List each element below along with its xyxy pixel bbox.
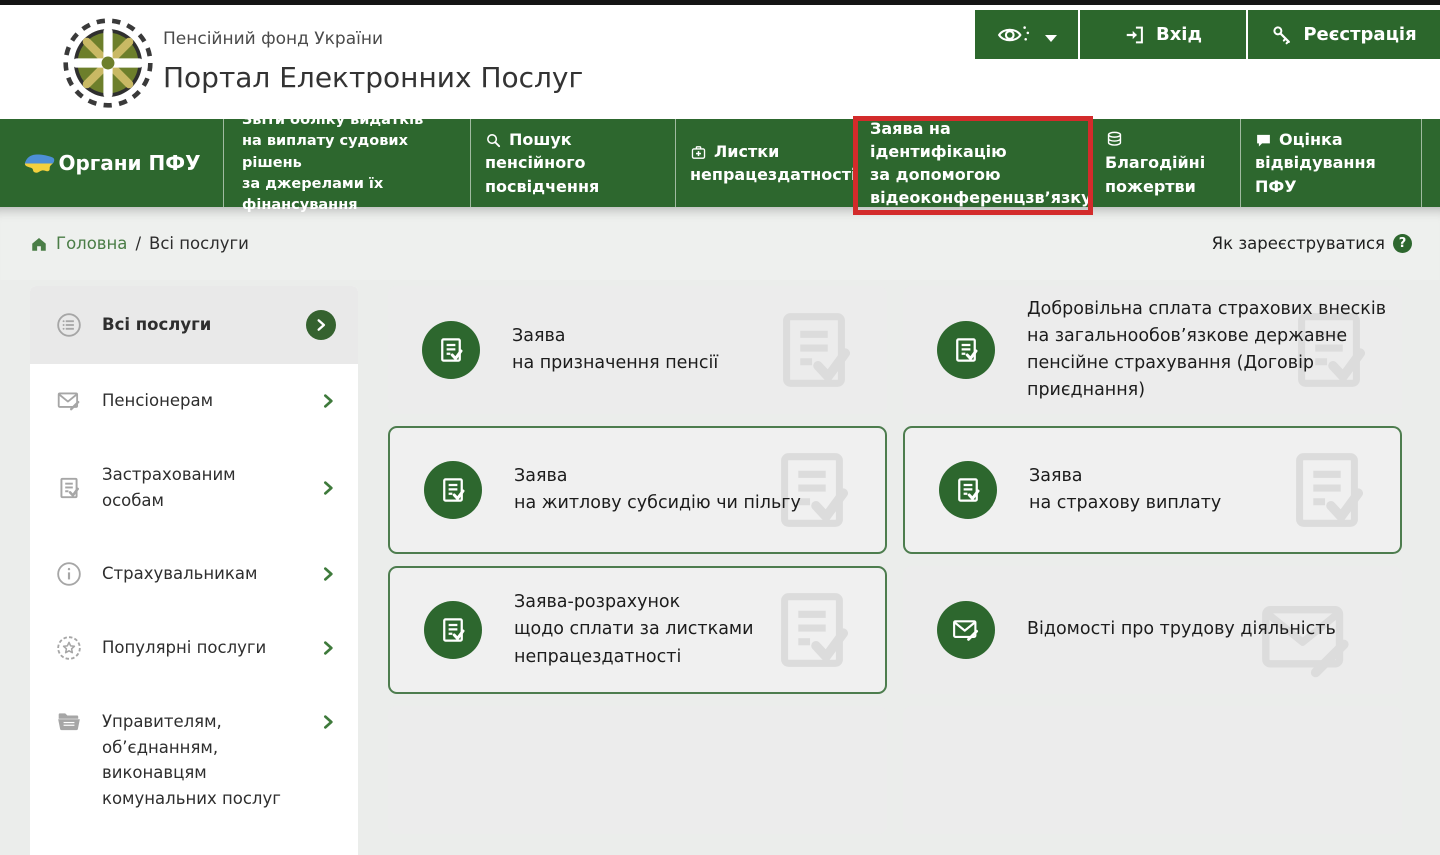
help-label: Як зареєструватися [1212,234,1385,253]
nav-item-otsinka-vidviduvannya[interactable]: Оцінка відвідування ПФУ [1240,119,1421,207]
star-badge-icon [56,635,82,661]
card-zayava-pryznachennya-pensii[interactable]: Заява на призначення пенсії [388,286,887,414]
chevron-right-icon [320,714,336,730]
sidebar-item-upravytelyam[interactable]: Управителям, об’єднанням, виконавцям ком… [30,685,358,835]
document-check-icon [422,321,480,379]
document-check-icon [424,601,482,659]
how-to-register-link[interactable]: Як зареєструватися ? [1212,234,1412,253]
org-name: Пенсійний фонд України [163,29,583,49]
nav-label: Звіти обліку видатків на виплату судових… [242,110,456,215]
register-label: Реєстрація [1303,24,1416,45]
coins-icon [1105,130,1124,149]
page-title: Портал Електронних Послуг [163,61,583,94]
chevron-right-icon [320,566,336,582]
card-dobrovilna-splata[interactable]: Добровільна сплата страхових внесків на … [903,286,1402,414]
login-label: Вхід [1156,24,1202,45]
search-icon [485,132,502,149]
sidebar-item-label: Пенсіонерам [102,388,300,414]
accessibility-button[interactable] [975,10,1078,59]
login-button[interactable]: Вхід [1078,10,1246,59]
info-circle-icon [56,561,82,587]
sidebar-item-label: Застрахованим особам [102,462,300,513]
list-circle-icon [56,312,82,338]
breadcrumb-separator: / [135,234,141,253]
sidebar-item-label: Страхувальникам [102,561,300,587]
card-partial[interactable] [903,706,1402,834]
home-icon [30,235,48,253]
key-icon [1271,24,1293,46]
document-check-watermark-icon [765,583,859,677]
chevron-down-icon [1045,35,1057,42]
chevron-right-icon [320,480,336,496]
nav-label: Органи ПФУ [58,151,200,175]
nav-spacer [1421,119,1440,207]
header: Пенсійний фонд України Портал Електронни… [0,5,1440,119]
sidebar-item-strahuvalnykam[interactable]: Страхувальникам [30,537,358,611]
card-title: Заява-розрахунок щодо сплати за листками… [514,589,754,670]
breadcrumb-bar: Головна / Всі послуги Як зареєструватися… [0,207,1440,280]
eye-icon [997,22,1031,48]
chevron-right-circle-icon [306,310,336,340]
nav-item-organy-pfu[interactable]: Органи ПФУ [0,119,223,207]
breadcrumb-home-link[interactable]: Головна [30,234,127,253]
envelope-pencil-icon [937,601,995,659]
ukraine-map-icon [22,151,58,176]
document-check-icon [939,461,997,519]
card-title: Заява на призначення пенсії [512,323,718,377]
login-icon [1124,24,1146,46]
sidebar-item-label: Всі послуги [102,312,286,338]
card-zayava-strahova-vyplata[interactable]: Заява на страхову виплату [903,426,1402,554]
document-check-icon [937,321,995,379]
nav-label: Листки непрацездатності [690,142,857,184]
main-nav: Органи ПФУ Звіти обліку видатків на випл… [0,119,1440,207]
medkit-icon [690,144,707,161]
breadcrumb-current: Всі послуги [149,234,249,253]
nav-item-zayava-identyfikatsiya[interactable]: Заява на ідентифікацію за допомогою віде… [855,119,1090,207]
question-circle-icon: ? [1393,234,1412,253]
nav-item-zvity-obliku[interactable]: Звіти обліку видатків на виплату судових… [223,119,470,207]
card-vidomosti-trudova[interactable]: Відомості про трудову діяльність [903,566,1402,694]
card-title: Відомості про трудову діяльність [1027,616,1336,643]
chevron-right-icon [320,393,336,409]
sidebar-item-zastrahovanym-osobam[interactable]: Застрахованим особам [30,438,358,537]
sidebar-item-populyarni-poslugy[interactable]: Популярні послуги [30,611,358,685]
breadcrumb-home-label: Головна [56,234,127,253]
topbar-buttons: Вхід Реєстрація [975,10,1440,59]
breadcrumb: Головна / Всі послуги [30,234,249,253]
sidebar: Всі послуги Пенсіонерам Застрахованим ос… [30,286,358,855]
nav-label: Заява на ідентифікацію за допомогою віде… [870,117,1092,210]
envelope-pencil-icon [56,388,82,414]
speech-bubble-icon [1255,132,1272,149]
main-content: Всі послуги Пенсіонерам Застрахованим ос… [0,280,1440,855]
nav-label: Благодійні пожертви [1105,153,1205,195]
services-grid: Заява на призначення пенсії Добровільна … [388,286,1402,834]
document-check-watermark-icon [1280,443,1374,537]
card-zayava-subsydiya[interactable]: Заява на житлову субсидію чи пільгу [388,426,887,554]
pension-fund-logo-icon [62,17,154,109]
sidebar-item-label: Популярні послуги [102,635,300,661]
card-partial[interactable] [388,706,887,834]
document-check-watermark-icon [767,303,861,397]
nav-label: Оцінка відвідування ПФУ [1255,130,1376,195]
sidebar-item-pensioneram[interactable]: Пенсіонерам [30,364,358,438]
document-check-icon [56,475,82,501]
nav-item-lystky-nepratsezdatnosti[interactable]: Листки непрацездатності [675,119,855,207]
nav-label: Пошук пенсійного посвідчення [485,130,599,195]
register-button[interactable]: Реєстрація [1246,10,1440,59]
nav-item-blahodiyni-pozhertvy[interactable]: Благодійні пожертви [1090,119,1240,207]
document-check-icon [424,461,482,519]
sidebar-item-vsi-poslugy[interactable]: Всі послуги [30,286,358,364]
card-title: Заява на страхову виплату [1029,463,1221,517]
folder-icon [56,709,82,735]
card-zayava-rozrahunok[interactable]: Заява-розрахунок щодо сплати за листками… [388,566,887,694]
nav-item-poshuk-posvidchennya[interactable]: Пошук пенсійного посвідчення [470,119,675,207]
chevron-right-icon [320,640,336,656]
page: Пенсійний фонд України Портал Електронни… [0,0,1440,735]
brand-text: Пенсійний фонд України Портал Електронни… [163,29,583,94]
sidebar-item-label: Управителям, об’єднанням, виконавцям ком… [102,709,300,811]
card-title: Заява на житлову субсидію чи пільгу [514,463,801,517]
card-title: Добровільна сплата страхових внесків на … [1027,296,1386,405]
